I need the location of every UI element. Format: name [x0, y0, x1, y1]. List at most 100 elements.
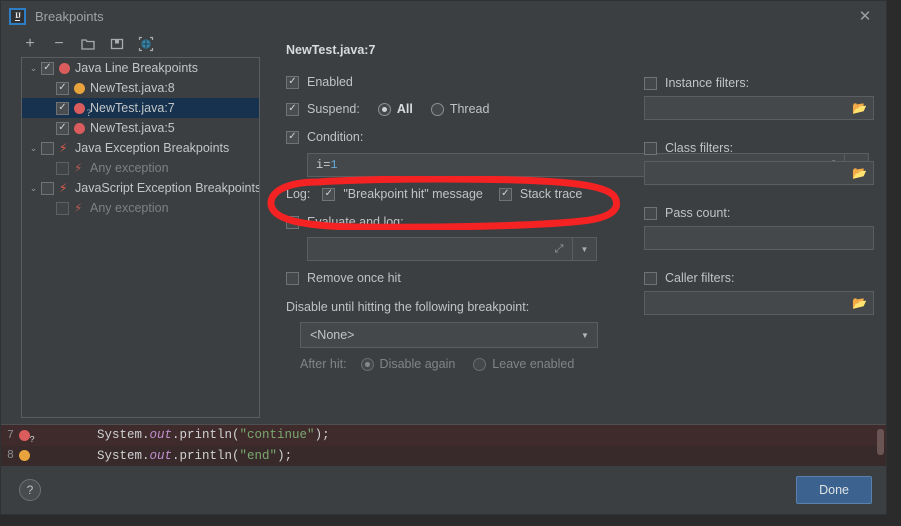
tree-row[interactable]: ⌄✓ ⚡ JavaScript Exception Breakpoints — [22, 178, 259, 198]
evaluate-and-log-dropdown-icon[interactable]: ▼ — [573, 237, 597, 261]
disable-until-select[interactable]: <None> ▼ — [300, 322, 598, 348]
tree-row[interactable]: ⌄ ✓ Java Line Breakpoints — [22, 58, 259, 78]
code-token: System. — [97, 428, 150, 443]
question-mark-icon[interactable]: ? — [19, 479, 41, 501]
dialog-footer: ? Done — [1, 466, 886, 514]
code-line: 8 System.out.println("end"); — [1, 445, 886, 466]
folder-save-icon[interactable] — [108, 35, 126, 53]
lightning-bolt-icon: ⚡ — [74, 161, 83, 175]
tree-row-checkbox[interactable]: ✓ — [56, 121, 69, 135]
caller-filters-group: ✓ Caller filters: 📂 — [644, 267, 874, 315]
plus-icon[interactable]: + — [21, 35, 39, 53]
enabled-row: ✓ Enabled — [286, 70, 626, 94]
expand-diagonal-icon[interactable]: ⤢ — [546, 238, 572, 260]
tree-row[interactable]: ✓ NewTest.java:5 — [22, 118, 259, 138]
tree-row-checkbox[interactable]: ✓ — [56, 201, 69, 215]
after-hit-disable-again-label: Disable again — [379, 357, 456, 371]
done-button[interactable]: Done — [796, 476, 872, 504]
breakpoints-tree[interactable]: ⌄ ✓ Java Line Breakpoints ✓ NewTest.java:8 ✓?… — [21, 57, 260, 418]
pass-count-checkbox[interactable]: ✓ — [644, 206, 657, 220]
conditional-question-badge: ? — [29, 434, 35, 445]
folder-open-icon[interactable]: 📂 — [852, 167, 867, 179]
class-filters-checkbox[interactable]: ✓ — [644, 141, 657, 155]
minus-icon[interactable]: − — [50, 35, 68, 53]
code-token: System. — [97, 448, 150, 463]
remove-once-hit-label: Remove once hit — [307, 271, 401, 285]
tree-toolbar: + − — [1, 31, 268, 57]
code-token: out — [149, 428, 173, 443]
enabled-checkbox[interactable]: ✓ — [286, 75, 299, 89]
code-gutter[interactable]: 7? — [1, 429, 45, 445]
chevron-down-icon[interactable]: ⌄ — [26, 63, 41, 74]
suspend-all-radio[interactable] — [377, 102, 391, 116]
instance-filters-checkbox[interactable]: ✓ — [644, 76, 657, 90]
caller-filters-row: ✓ Caller filters: — [644, 267, 874, 289]
tree-row-checkbox[interactable]: ✓ — [41, 141, 54, 155]
tree-row[interactable]: ✓? NewTest.java:7 — [22, 98, 259, 118]
enabled-label: Enabled — [307, 75, 353, 89]
lightning-bolt-icon: ⚡ — [59, 141, 68, 155]
window-title: Breakpoints — [35, 8, 104, 24]
log-stacktrace-checkbox[interactable]: ✓ — [498, 187, 512, 201]
caller-filters-checkbox[interactable]: ✓ — [644, 271, 657, 285]
class-filters-row: ✓ Class filters: — [644, 137, 874, 159]
pass-count-input[interactable] — [644, 226, 874, 250]
tree-row[interactable]: ✓ NewTest.java:8 — [22, 78, 259, 98]
code-token: .println( — [172, 428, 240, 443]
tree-row-checkbox[interactable]: ✓ — [41, 61, 54, 75]
code-gutter[interactable]: 8 — [1, 449, 45, 462]
condition-row: ✓ Condition: — [286, 124, 626, 150]
code-preview-scrollbar[interactable] — [877, 429, 884, 455]
conditional-question-badge: ? — [87, 107, 91, 118]
log-row: Log: ✓ "Breakpoint hit" message ✓ Stack … — [286, 177, 626, 211]
condition-checkbox[interactable]: ✓ — [286, 130, 299, 144]
tree-row[interactable]: ⌄✓ ⚡ Java Exception Breakpoints — [22, 138, 259, 158]
suspend-thread-label: Thread — [449, 102, 490, 116]
code-preview[interactable]: 7? System.out.println("continue"); 8 System… — [1, 424, 886, 466]
folder-open-icon[interactable]: 📂 — [852, 297, 867, 309]
caller-filters-input[interactable]: 📂 — [644, 291, 874, 315]
condition-value: i=1 — [316, 158, 338, 172]
evaluate-and-log-row: ✓ Evaluate and log: — [286, 211, 626, 233]
code-text: System.out.println("end"); — [45, 449, 292, 463]
after-hit-disable-again-radio[interactable] — [360, 357, 374, 371]
evaluate-and-log-checkbox[interactable]: ✓ — [286, 215, 299, 229]
instance-filters-input[interactable]: 📂 — [644, 96, 874, 120]
tree-row-checkbox[interactable]: ✓ — [56, 101, 69, 115]
evaluate-and-log-input[interactable]: ⤢ — [307, 237, 573, 261]
breakpoint-properties: ✓ Enabled ✓ Suspend: All Thread ✓ Condit… — [286, 70, 869, 418]
target-circle-icon[interactable] — [137, 35, 155, 53]
suspend-checkbox[interactable]: ✓ — [286, 102, 299, 116]
breakpoints-tree-column: + − ⌄ ✓ Java Line Breakpoints ✓ NewTest.java… — [1, 31, 268, 418]
code-token: ); — [277, 448, 293, 463]
folder-open-icon[interactable]: 📂 — [852, 102, 867, 114]
suspend-thread-radio[interactable] — [430, 102, 444, 116]
caller-filters-label: Caller filters: — [665, 271, 735, 285]
pass-count-group: ✓ Pass count: — [644, 202, 874, 250]
tree-row-checkbox[interactable]: ✓ — [41, 181, 54, 195]
pass-count-label: Pass count: — [665, 206, 731, 220]
breakpoint-dot-red-question[interactable]: ? — [18, 429, 35, 445]
folder-open-icon[interactable] — [79, 35, 97, 53]
suspend-row: ✓ Suspend: All Thread — [286, 94, 626, 124]
remove-once-hit-checkbox[interactable]: ✓ — [286, 271, 299, 285]
tree-row[interactable]: ✓ ⚡ Any exception — [22, 158, 259, 178]
breakpoint-dot-amber[interactable] — [18, 450, 30, 462]
tree-row-checkbox[interactable]: ✓ — [56, 81, 69, 95]
chevron-down-icon[interactable]: ⌄ — [26, 143, 41, 154]
tree-row-label: NewTest.java:8 — [90, 81, 175, 95]
tree-row-label: Any exception — [90, 201, 169, 215]
tree-row-checkbox[interactable]: ✓ — [56, 161, 69, 175]
instance-filters-label: Instance filters: — [665, 76, 750, 90]
chevron-down-icon[interactable]: ⌄ — [26, 183, 41, 194]
tree-row[interactable]: ✓ ⚡ Any exception — [22, 198, 259, 218]
disable-until-row: Disable until hitting the following brea… — [286, 295, 626, 319]
log-message-checkbox[interactable]: ✓ — [322, 187, 336, 201]
after-hit-leave-enabled-radio[interactable] — [473, 357, 487, 371]
intellij-idea-logo-icon: IJ — [9, 7, 26, 25]
code-line: 7? System.out.println("continue"); — [1, 425, 886, 446]
class-filters-input[interactable]: 📂 — [644, 161, 874, 185]
tree-row-label: NewTest.java:7 — [90, 101, 175, 115]
tree-row-label: Java Line Breakpoints — [75, 61, 198, 75]
close-icon[interactable]: ✕ — [850, 4, 880, 28]
